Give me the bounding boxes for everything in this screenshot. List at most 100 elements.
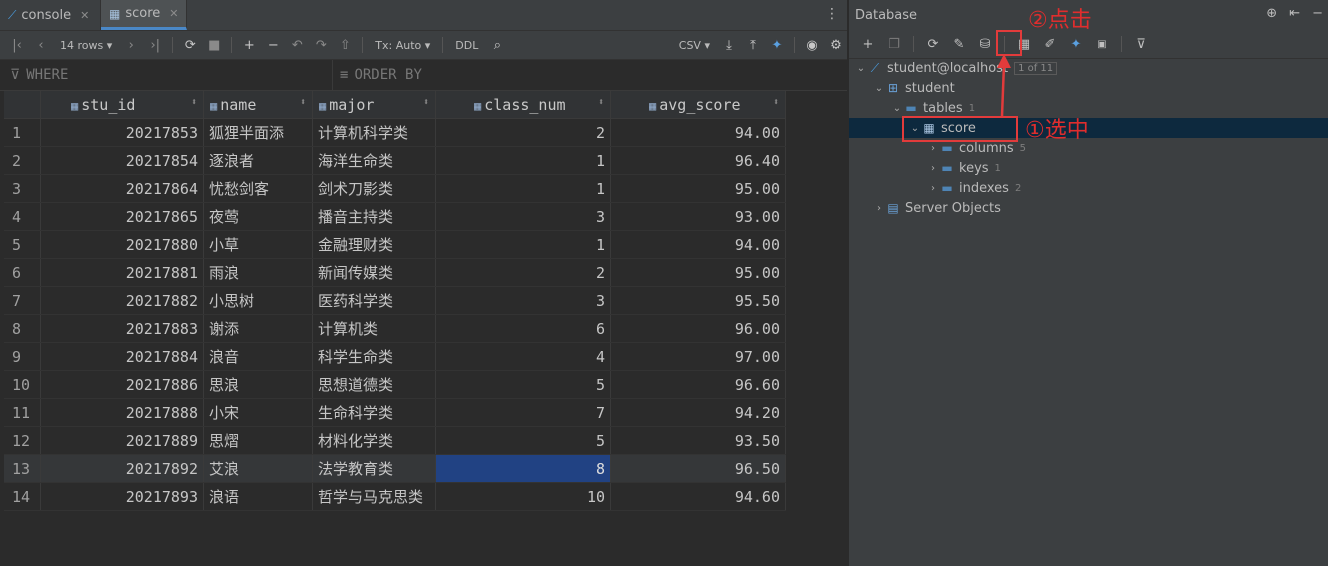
add-row-icon[interactable]: + [238,38,260,53]
chevron-right-icon[interactable]: › [873,203,885,214]
chevron-down-icon[interactable]: ⌄ [855,63,867,74]
table-row[interactable]: 12 20217889 思熠 材料化学类 5 93.50 [4,426,786,455]
cell-name[interactable]: 小宋 [203,398,313,427]
rows-count-selector[interactable]: 14 rows ▾ [54,39,118,52]
edit-icon[interactable]: ✐ [1039,37,1061,52]
compare-icon[interactable]: ✦ [766,38,788,53]
cell-class-num[interactable]: 4 [435,342,611,371]
tree-node-connection[interactable]: ⌄ ⟋ student@localhost 1 of 11 [849,58,1328,78]
cell-stu-id[interactable]: 20217886 [40,370,204,399]
cell-name[interactable]: 狐狸半面添 [203,118,313,147]
chevron-right-icon[interactable]: › [927,183,939,194]
cell-stu-id[interactable]: 20217865 [40,202,204,231]
table-row[interactable]: 2 20217854 逐浪者 海洋生命类 1 96.40 [4,146,786,175]
table-row[interactable]: 8 20217883 谢添 计算机类 6 96.00 [4,314,786,343]
cell-stu-id[interactable]: 20217864 [40,174,204,203]
table-row[interactable]: 11 20217888 小宋 生命科学类 7 94.20 [4,398,786,427]
cell-stu-id[interactable]: 20217882 [40,286,204,315]
cell-major[interactable]: 计算机科学类 [312,118,436,147]
cell-avg-score[interactable]: 95.50 [610,286,786,315]
submit-icon[interactable]: ⇧ [334,38,356,53]
chevron-right-icon[interactable]: › [927,143,939,154]
table-row[interactable]: 13 20217892 艾浪 法学教育类 8 96.50 [4,454,786,483]
last-page-icon[interactable]: ›| [144,38,166,53]
cell-avg-score[interactable]: 93.00 [610,202,786,231]
cell-avg-score[interactable]: 97.00 [610,342,786,371]
chevron-down-icon[interactable]: ⌄ [873,83,885,94]
tree-node-indexes[interactable]: › ▬ indexes 2 [849,178,1328,198]
cell-major[interactable]: 材料化学类 [312,426,436,455]
cell-name[interactable]: 夜莺 [203,202,313,231]
sort-toggle-icon[interactable]: ⬍ [598,97,604,108]
cell-avg-score[interactable]: 95.00 [610,174,786,203]
cell-avg-score[interactable]: 94.00 [610,230,786,259]
cell-name[interactable]: 思浪 [203,370,313,399]
duplicate-icon[interactable]: ❐ [883,37,905,52]
column-header-class-num[interactable]: ▦ class_num ⬍ [435,91,611,119]
filter-icon[interactable]: ⊽ [1130,37,1152,52]
cell-name[interactable]: 浪音 [203,342,313,371]
cell-avg-score[interactable]: 94.00 [610,118,786,147]
tree-node-server-objects[interactable]: › ▤ Server Objects [849,198,1328,218]
cell-stu-id[interactable]: 20217880 [40,230,204,259]
cell-class-num[interactable]: 10 [435,482,611,511]
view-icon[interactable]: ◉ [801,38,823,53]
cell-class-num[interactable]: 3 [435,202,611,231]
chevron-down-icon[interactable]: ⌄ [891,103,903,114]
stop-icon[interactable]: ■ [203,38,225,53]
order-by-filter[interactable]: ≡ ORDER BY [340,67,422,83]
cell-major[interactable]: 新闻传媒类 [312,258,436,287]
prev-page-icon[interactable]: ‹ [30,38,52,53]
cell-major[interactable]: 科学生命类 [312,342,436,371]
cell-class-num[interactable]: 8 [435,454,611,483]
cell-name[interactable]: 谢添 [203,314,313,343]
cell-name[interactable]: 小思树 [203,286,313,315]
table-row[interactable]: 5 20217880 小草 金融理财类 1 94.00 [4,230,786,259]
tab-score[interactable]: ▦ score ✕ [101,0,187,30]
cell-avg-score[interactable]: 94.20 [610,398,786,427]
close-icon[interactable]: ✕ [169,7,178,20]
cell-name[interactable]: 思熠 [203,426,313,455]
tree-node-keys[interactable]: › ▬ keys 1 [849,158,1328,178]
table-row[interactable]: 3 20217864 忧愁剑客 剑术刀影类 1 95.00 [4,174,786,203]
export-icon[interactable]: ⤓ [718,38,740,53]
new-icon[interactable]: + [857,37,879,52]
cell-avg-score[interactable]: 93.50 [610,426,786,455]
column-header-major[interactable]: ▦ major ⬍ [312,91,436,119]
revert-icon[interactable]: ↶ [286,38,308,53]
export-format-selector[interactable]: CSV ▾ [673,39,716,52]
cell-stu-id[interactable]: 20217881 [40,258,204,287]
search-icon[interactable]: ⌕ [486,38,508,53]
delete-row-icon[interactable]: − [262,38,284,53]
refresh-icon[interactable]: ⟳ [922,37,944,52]
cell-avg-score[interactable]: 95.00 [610,258,786,287]
query-console-icon[interactable]: ▣ [1091,39,1113,50]
data-source-icon[interactable]: ⛁ [974,37,996,52]
cell-major[interactable]: 医药科学类 [312,286,436,315]
cell-class-num[interactable]: 2 [435,118,611,147]
table-row[interactable]: 10 20217886 思浪 思想道德类 5 96.60 [4,370,786,399]
cell-avg-score[interactable]: 94.60 [610,482,786,511]
sort-toggle-icon[interactable]: ⬍ [423,97,429,108]
cell-stu-id[interactable]: 20217893 [40,482,204,511]
close-icon[interactable]: ✕ [80,9,89,22]
cell-name[interactable]: 艾浪 [203,454,313,483]
cell-avg-score[interactable]: 96.60 [610,370,786,399]
properties-icon[interactable]: ✎ [948,37,970,52]
import-icon[interactable]: ⤒ [742,38,764,53]
cell-stu-id[interactable]: 20217853 [40,118,204,147]
cell-major[interactable]: 播音主持类 [312,202,436,231]
settings-icon[interactable]: ⚙ [825,38,847,53]
cell-major[interactable]: 海洋生命类 [312,146,436,175]
cell-major[interactable]: 法学教育类 [312,454,436,483]
revert-all-icon[interactable]: ↷ [310,38,332,53]
cell-class-num[interactable]: 5 [435,426,611,455]
chevron-right-icon[interactable]: › [927,163,939,174]
cell-stu-id[interactable]: 20217854 [40,146,204,175]
cell-class-num[interactable]: 1 [435,174,611,203]
cell-class-num[interactable]: 1 [435,230,611,259]
compare-icon[interactable]: ✦ [1065,37,1087,52]
crosshair-icon[interactable]: ⊕ [1266,6,1277,21]
column-header-stu-id[interactable]: ▦ stu_id ⬍ [40,91,204,119]
tree-node-schema[interactable]: ⌄ ⊞ student [849,78,1328,98]
